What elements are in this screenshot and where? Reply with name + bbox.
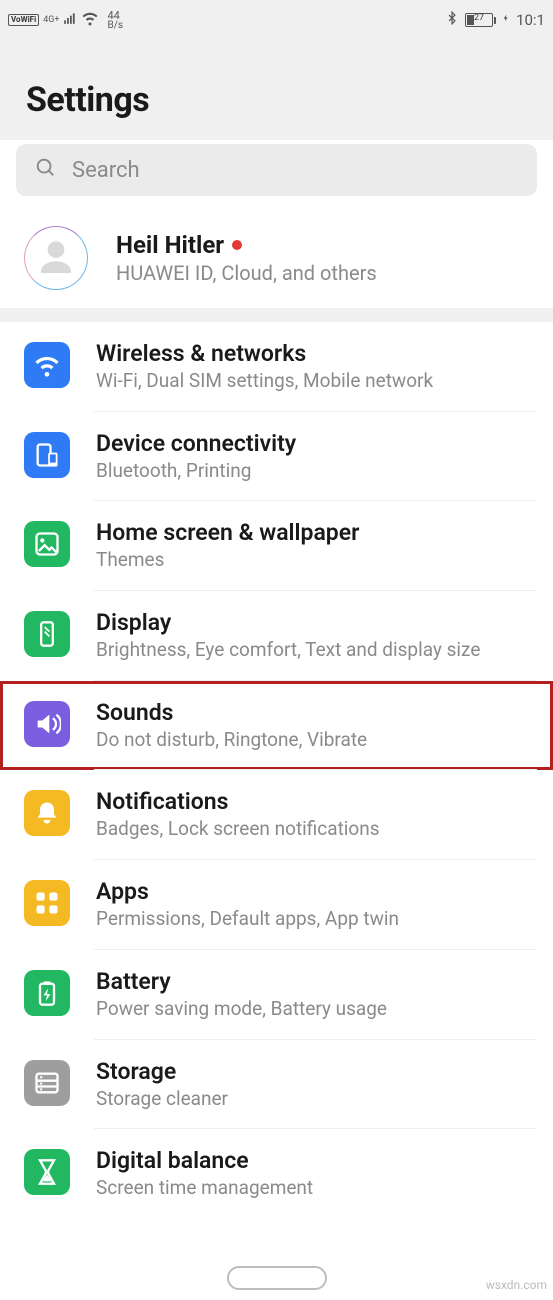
- speed-unit: B/s: [107, 21, 123, 31]
- item-subtitle: Storage cleaner: [96, 1087, 537, 1112]
- item-title: Sounds: [96, 699, 537, 726]
- item-title: Storage: [96, 1058, 537, 1085]
- bluetooth-icon: [445, 9, 459, 31]
- search-bar[interactable]: Search: [16, 144, 537, 196]
- settings-list: Wireless & networksWi-Fi, Dual SIM setti…: [0, 322, 553, 1219]
- item-title: Apps: [96, 878, 537, 905]
- item-subtitle: Do not disturb, Ringtone, Vibrate: [96, 728, 537, 753]
- search-icon: [34, 156, 56, 184]
- page-header: Settings: [0, 40, 553, 140]
- speed-value: 44: [107, 10, 123, 21]
- nav-pill[interactable]: [227, 1266, 327, 1290]
- vowifi-badge: VoWiFi: [8, 14, 39, 26]
- item-subtitle: Bluetooth, Printing: [96, 459, 537, 484]
- battery-icon: [24, 970, 70, 1016]
- apps-icon: [24, 880, 70, 926]
- item-title: Wireless & networks: [96, 340, 537, 367]
- signal-icon: [63, 11, 77, 29]
- storage-icon: [24, 1060, 70, 1106]
- item-title: Display: [96, 609, 537, 636]
- clock: 10:1: [516, 11, 545, 29]
- item-subtitle: Badges, Lock screen notifications: [96, 817, 537, 842]
- digital-icon: [24, 1149, 70, 1195]
- settings-item-display[interactable]: DisplayBrightness, Eye comfort, Text and…: [0, 591, 553, 681]
- avatar: [24, 226, 88, 290]
- charging-icon: [502, 11, 510, 29]
- notifications-icon: [24, 790, 70, 836]
- item-subtitle: Brightness, Eye comfort, Text and displa…: [96, 638, 537, 663]
- settings-item-device[interactable]: Device connectivityBluetooth, Printing: [0, 412, 553, 502]
- settings-item-digital[interactable]: Digital balanceScreen time management: [0, 1129, 553, 1219]
- watermark: wsxdn.com: [486, 1278, 547, 1292]
- homescreen-icon: [24, 521, 70, 567]
- settings-item-homescreen[interactable]: Home screen & wallpaperThemes: [0, 501, 553, 591]
- account-subtitle: HUAWEI ID, Cloud, and others: [116, 261, 537, 285]
- item-title: Notifications: [96, 788, 537, 815]
- item-title: Digital balance: [96, 1147, 537, 1174]
- device-icon: [24, 432, 70, 478]
- account-name: Heil Hitler: [116, 231, 224, 259]
- settings-item-storage[interactable]: StorageStorage cleaner: [0, 1040, 553, 1130]
- item-subtitle: Themes: [96, 548, 537, 573]
- page-title: Settings: [26, 80, 527, 120]
- item-subtitle: Wi-Fi, Dual SIM settings, Mobile network: [96, 369, 537, 394]
- status-bar: VoWiFi 4G+ 44 B/s 27 10:1: [0, 0, 553, 40]
- account-row[interactable]: Heil Hitler HUAWEI ID, Cloud, and others: [0, 210, 553, 308]
- item-title: Device connectivity: [96, 430, 537, 457]
- item-title: Battery: [96, 968, 537, 995]
- settings-item-sounds[interactable]: SoundsDo not disturb, Ringtone, Vibrate: [0, 681, 553, 771]
- section-divider: [0, 308, 553, 322]
- battery-icon: 27: [465, 13, 496, 27]
- item-subtitle: Power saving mode, Battery usage: [96, 997, 537, 1022]
- sounds-icon: [24, 701, 70, 747]
- display-icon: [24, 611, 70, 657]
- search-placeholder: Search: [72, 158, 140, 183]
- wireless-icon: [24, 342, 70, 388]
- item-title: Home screen & wallpaper: [96, 519, 537, 546]
- settings-item-wireless[interactable]: Wireless & networksWi-Fi, Dual SIM setti…: [0, 322, 553, 412]
- notification-dot-icon: [232, 240, 242, 250]
- settings-item-notifications[interactable]: NotificationsBadges, Lock screen notific…: [0, 770, 553, 860]
- settings-item-apps[interactable]: AppsPermissions, Default apps, App twin: [0, 860, 553, 950]
- network-label: 4G+: [43, 16, 59, 25]
- item-subtitle: Permissions, Default apps, App twin: [96, 907, 537, 932]
- settings-item-battery[interactable]: BatteryPower saving mode, Battery usage: [0, 950, 553, 1040]
- wifi-icon: [81, 9, 99, 31]
- item-subtitle: Screen time management: [96, 1176, 537, 1201]
